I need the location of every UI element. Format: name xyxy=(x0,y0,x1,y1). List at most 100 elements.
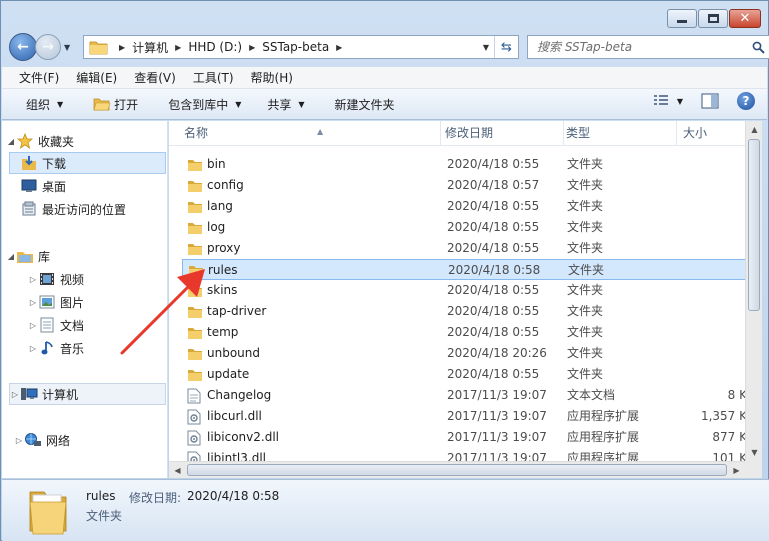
scroll-thumb[interactable] xyxy=(748,139,760,311)
chevron-down-icon: ▼ xyxy=(235,99,242,109)
network-icon xyxy=(24,432,42,448)
expand-arrow-icon[interactable]: ▷ xyxy=(14,436,24,445)
search-icon[interactable] xyxy=(747,41,769,54)
file-type: 文件夹 xyxy=(567,325,604,339)
breadcrumb-separator[interactable]: ▶ xyxy=(119,43,125,52)
scroll-up-arrow-icon[interactable]: ▲ xyxy=(746,121,762,138)
breadcrumb-separator[interactable]: ▶ xyxy=(175,43,181,52)
caption-buttons: ✕ xyxy=(667,9,761,28)
file-row[interactable]: libcurl.dll 2017/11/3 19:07 应用程序扩展 1,357 K xyxy=(182,406,747,427)
file-row[interactable]: tap-driver 2020/4/18 0:55 文件夹 xyxy=(182,301,747,322)
tree-recent[interactable]: 最近访问的位置 xyxy=(10,198,126,220)
collapse-arrow-icon[interactable]: ◢ xyxy=(6,137,16,146)
menu-view[interactable]: 查看(V) xyxy=(123,69,182,86)
file-type: 应用程序扩展 xyxy=(567,409,640,423)
tree-music[interactable]: ▷ 音乐 xyxy=(28,337,84,359)
menu-help[interactable]: 帮助(H) xyxy=(240,69,299,86)
breadcrumb-drive[interactable]: HHD (D:) xyxy=(188,40,242,54)
scroll-right-arrow-icon[interactable]: ▶ xyxy=(728,462,745,478)
file-row[interactable]: Changelog 2017/11/3 19:07 文本文档 8 K xyxy=(182,385,747,406)
forward-button[interactable]: → xyxy=(35,34,61,60)
video-icon xyxy=(38,271,56,287)
breadcrumb-folder[interactable]: SSTap-beta xyxy=(262,40,329,54)
tree-label: 文档 xyxy=(60,318,85,333)
scroll-thumb[interactable] xyxy=(187,464,727,476)
close-button[interactable]: ✕ xyxy=(729,9,761,28)
scroll-down-arrow-icon[interactable]: ▼ xyxy=(746,444,762,461)
tree-downloads[interactable]: 下载 xyxy=(9,152,166,174)
file-row[interactable]: lang 2020/4/18 0:55 文件夹 xyxy=(182,196,747,217)
share-button[interactable]: 共享 ▼ xyxy=(249,92,312,116)
tree-label: 桌面 xyxy=(42,179,67,194)
search-box[interactable] xyxy=(527,35,769,59)
column-header-size[interactable]: 大小 xyxy=(681,121,745,146)
back-button[interactable]: ← xyxy=(9,33,37,61)
chevron-down-icon: ▼ xyxy=(298,99,305,109)
address-actions: ▼ ⇆ xyxy=(478,36,518,58)
scroll-left-arrow-icon[interactable]: ◀ xyxy=(169,462,186,478)
file-date: 2020/4/18 0:58 xyxy=(448,263,541,277)
file-row[interactable]: update 2020/4/18 0:55 文件夹 xyxy=(182,364,747,385)
tree-documents[interactable]: ▷ 文档 xyxy=(28,314,84,336)
vertical-scrollbar[interactable]: ▲ ▼ xyxy=(745,121,762,461)
file-row[interactable]: skins 2020/4/18 0:55 文件夹 xyxy=(182,280,747,301)
refresh-button[interactable]: ⇆ xyxy=(494,36,518,58)
maximize-button[interactable] xyxy=(698,9,728,28)
file-date: 2020/4/18 0:55 xyxy=(447,304,540,318)
breadcrumb-separator[interactable]: ▶ xyxy=(336,43,342,52)
expand-arrow-icon[interactable]: ▷ xyxy=(28,275,38,284)
tree-computer[interactable]: ▷ 计算机 xyxy=(9,383,166,405)
downloads-folder-icon xyxy=(20,155,38,171)
file-type: 文件夹 xyxy=(567,178,604,192)
collapse-arrow-icon[interactable]: ◢ xyxy=(6,252,16,261)
tree-favorites[interactable]: ◢ 收藏夹 xyxy=(6,130,74,152)
file-row[interactable]: bin 2020/4/18 0:55 文件夹 xyxy=(182,154,747,175)
file-name: bin xyxy=(207,157,226,171)
column-header-type[interactable]: 类型 xyxy=(564,121,677,146)
recent-pages-dropdown[interactable]: ▼ xyxy=(64,43,70,52)
file-type: 文件夹 xyxy=(567,304,604,318)
organize-button[interactable]: 组织 ▼ xyxy=(2,92,71,116)
details-date-label: 修改日期: xyxy=(129,491,182,505)
breadcrumb-separator[interactable]: ▶ xyxy=(249,43,255,52)
menu-tools[interactable]: 工具(T) xyxy=(182,69,240,86)
file-name: tap-driver xyxy=(207,304,267,318)
tree-network[interactable]: ▷ 网络 xyxy=(14,429,70,451)
include-library-button[interactable]: 包含到库中 ▼ xyxy=(146,92,249,116)
tree-label: 网络 xyxy=(46,433,71,448)
file-row[interactable]: temp 2020/4/18 0:55 文件夹 xyxy=(182,322,747,343)
breadcrumb-computer[interactable]: 计算机 xyxy=(132,39,168,56)
column-header-name[interactable]: ▲ 名称 xyxy=(182,121,441,146)
expand-arrow-icon[interactable]: ▷ xyxy=(10,390,20,399)
address-history-dropdown[interactable]: ▼ xyxy=(478,43,494,52)
help-icon[interactable]: ? xyxy=(737,92,755,110)
horizontal-scrollbar[interactable]: ◀ ▶ xyxy=(169,461,745,478)
menu-file[interactable]: 文件(F) xyxy=(8,69,65,86)
address-bar[interactable]: ▶ 计算机 ▶ HHD (D:) ▶ SSTap-beta ▶ ▼ ⇆ xyxy=(83,35,519,59)
tree-desktop[interactable]: 桌面 xyxy=(10,175,66,197)
minimize-button[interactable] xyxy=(667,9,697,28)
preview-pane-icon[interactable] xyxy=(701,93,719,109)
expand-arrow-icon[interactable]: ▷ xyxy=(28,344,38,353)
open-button[interactable]: 打开 xyxy=(71,92,146,116)
share-label: 共享 xyxy=(267,97,292,112)
search-input[interactable] xyxy=(528,37,747,57)
tree-libraries[interactable]: ◢ 库 xyxy=(6,245,50,267)
expand-arrow-icon[interactable]: ▷ xyxy=(28,298,38,307)
details-date-value: 2020/4/18 0:58 xyxy=(187,489,280,503)
change-view-button[interactable]: ▼ xyxy=(653,94,683,108)
expand-arrow-icon[interactable]: ▷ xyxy=(28,321,38,330)
tree-pictures[interactable]: ▷ 图片 xyxy=(28,291,84,313)
file-row[interactable]: log 2020/4/18 0:55 文件夹 xyxy=(182,217,747,238)
file-size xyxy=(679,175,747,196)
file-row[interactable]: rules 2020/4/18 0:58 文件夹 xyxy=(182,259,747,280)
column-header-date[interactable]: 修改日期 xyxy=(443,121,564,146)
computer-icon xyxy=(20,386,38,402)
file-row[interactable]: libiconv2.dll 2017/11/3 19:07 应用程序扩展 877 K xyxy=(182,427,747,448)
file-row[interactable]: proxy 2020/4/18 0:55 文件夹 xyxy=(182,238,747,259)
tree-videos[interactable]: ▷ 视频 xyxy=(28,268,84,290)
menu-edit[interactable]: 编辑(E) xyxy=(65,69,123,86)
file-row[interactable]: unbound 2020/4/18 20:26 文件夹 xyxy=(182,343,747,364)
file-row[interactable]: config 2020/4/18 0:57 文件夹 xyxy=(182,175,747,196)
new-folder-button[interactable]: 新建文件夹 xyxy=(313,92,403,116)
